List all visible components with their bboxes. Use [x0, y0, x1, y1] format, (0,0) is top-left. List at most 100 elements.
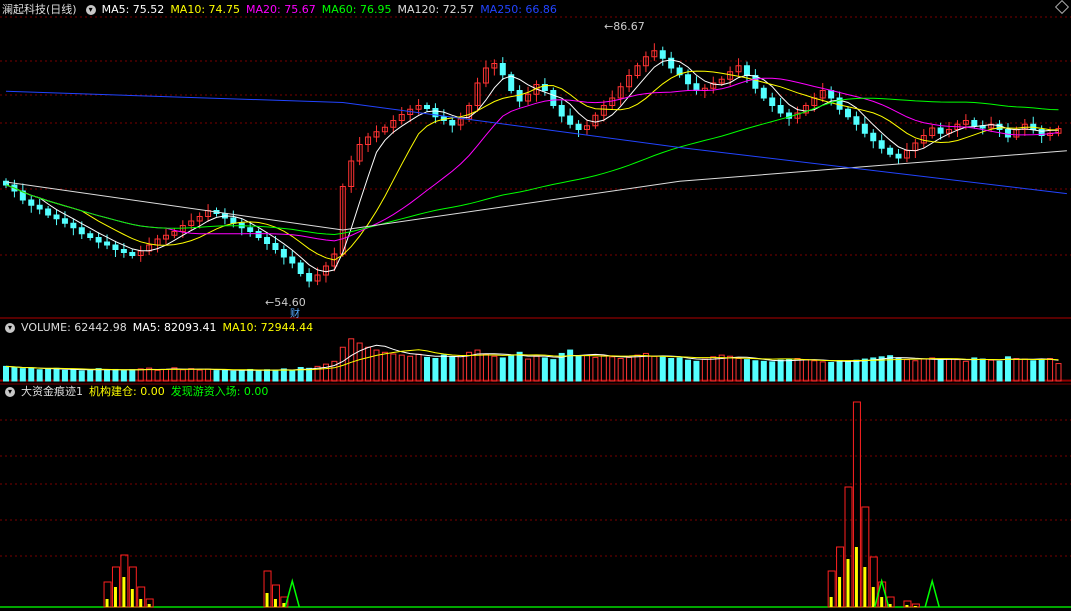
volume-bar — [609, 356, 616, 382]
ma120-line — [5, 150, 1067, 231]
volume-bar — [137, 368, 144, 382]
candle-body — [861, 123, 868, 134]
volume-panel-header: ▾ VOLUME: 62442.98 MA5: 82093.41 MA10: 7294… — [2, 320, 319, 336]
volume-bar — [95, 368, 102, 382]
candle-body — [659, 50, 666, 59]
volume-bar — [937, 359, 944, 382]
ma250-label: MA250: 66.86 — [480, 3, 557, 16]
volume-bar — [946, 358, 953, 382]
ma60-label: MA60: 76.95 — [321, 3, 392, 16]
candle-body — [685, 74, 692, 85]
volume-bar — [895, 358, 902, 382]
candle-body — [70, 222, 77, 229]
volume-bar — [676, 357, 683, 382]
candle-body — [870, 132, 877, 142]
candle-body — [36, 204, 43, 210]
candle-body — [693, 83, 700, 91]
volume-bar — [903, 359, 910, 382]
volume-bar — [651, 355, 658, 382]
candle-body — [112, 244, 119, 250]
volume-bar — [1055, 363, 1062, 382]
volume-bar — [365, 346, 372, 382]
volume-bar — [1013, 358, 1020, 382]
volume-bar — [390, 353, 397, 382]
volume-bar — [53, 367, 60, 382]
indicator-title: 大资金痕迹1 — [21, 385, 83, 398]
candle-body — [28, 199, 35, 206]
candle-body — [878, 140, 885, 149]
institution-bar-inner — [105, 599, 109, 607]
candle-body — [129, 252, 136, 256]
volume-bar — [802, 359, 809, 382]
candle-body — [550, 90, 557, 106]
institution-bar-inner — [265, 593, 269, 607]
volume-bar — [339, 346, 346, 382]
volume-bar — [541, 357, 548, 382]
high-price-label: ←86.67 — [604, 20, 645, 33]
volume-bar — [112, 368, 119, 382]
volume-bar — [196, 369, 203, 382]
institution-bar-inner — [147, 604, 151, 607]
volume-bar — [213, 370, 220, 382]
volume-bar — [550, 359, 557, 382]
volume-bar — [120, 370, 127, 382]
indicator-bars — [103, 401, 940, 608]
stock-chart[interactable] — [0, 0, 1071, 611]
volume-bar — [1030, 360, 1037, 382]
volume-bar — [811, 360, 818, 382]
volume-bar — [794, 358, 801, 382]
volume-bar — [583, 354, 590, 382]
candle-body — [87, 233, 94, 238]
volume-bar — [129, 369, 136, 382]
candle-body — [887, 147, 894, 155]
institution-bar-inner — [273, 599, 277, 607]
volume-bar — [221, 369, 228, 382]
candle-body — [752, 75, 759, 89]
volume-bar — [398, 354, 405, 382]
chart-grid — [0, 16, 1071, 608]
financial-report-tag[interactable]: 财 — [290, 305, 300, 320]
volume-bar — [482, 353, 489, 382]
volume-bar — [264, 369, 271, 382]
volume-bar — [845, 360, 851, 382]
collapse-icon[interactable]: ▾ — [85, 5, 96, 15]
volume-bar — [971, 357, 978, 382]
volume-bar — [415, 353, 422, 382]
candle-body — [61, 218, 68, 224]
volume-bar — [743, 359, 750, 382]
volume-bar — [836, 360, 843, 382]
volume-bar — [87, 369, 94, 382]
volume-collapse-icon[interactable]: ▾ — [5, 323, 15, 333]
institution-bar-inner — [905, 605, 909, 607]
volume-bar — [1021, 358, 1028, 382]
volume-bar — [752, 360, 759, 382]
institution-bar-inner — [113, 587, 117, 607]
indicator-collapse-icon[interactable]: ▾ — [5, 387, 15, 397]
volume-bar — [205, 368, 212, 382]
volume-bar — [154, 369, 161, 382]
volume-bar — [1047, 358, 1054, 382]
institution-bar-inner — [838, 577, 842, 607]
volume-ma10-label: MA10: 72944.44 — [222, 321, 314, 334]
volume-bar — [356, 342, 363, 382]
volume-bar — [289, 370, 296, 382]
stock-title: 澜起科技(日线) — [2, 3, 77, 16]
institution-bar-inner — [829, 597, 833, 607]
institution-bar-inner — [854, 547, 858, 607]
volume-bar — [36, 369, 43, 382]
volume-bar — [693, 360, 700, 382]
ma10-label: MA10: 74.75 — [170, 3, 241, 16]
volume-bar — [508, 354, 515, 382]
volume-bar — [491, 355, 498, 382]
candle-body — [280, 249, 287, 258]
volume-bar — [626, 356, 633, 382]
candlestick-series — [3, 43, 1062, 288]
indicator-panel-header: ▾ 大资金痕迹1 机构建仓: 0.00 发现游资入场: 0.00 — [2, 384, 274, 400]
volume-bar — [786, 358, 793, 382]
volume-bar — [920, 358, 927, 382]
candle-body — [1004, 129, 1011, 138]
candle-body — [558, 105, 565, 117]
volume-bar — [760, 360, 767, 382]
volume-bar — [525, 358, 532, 382]
volume-bar — [19, 368, 26, 382]
